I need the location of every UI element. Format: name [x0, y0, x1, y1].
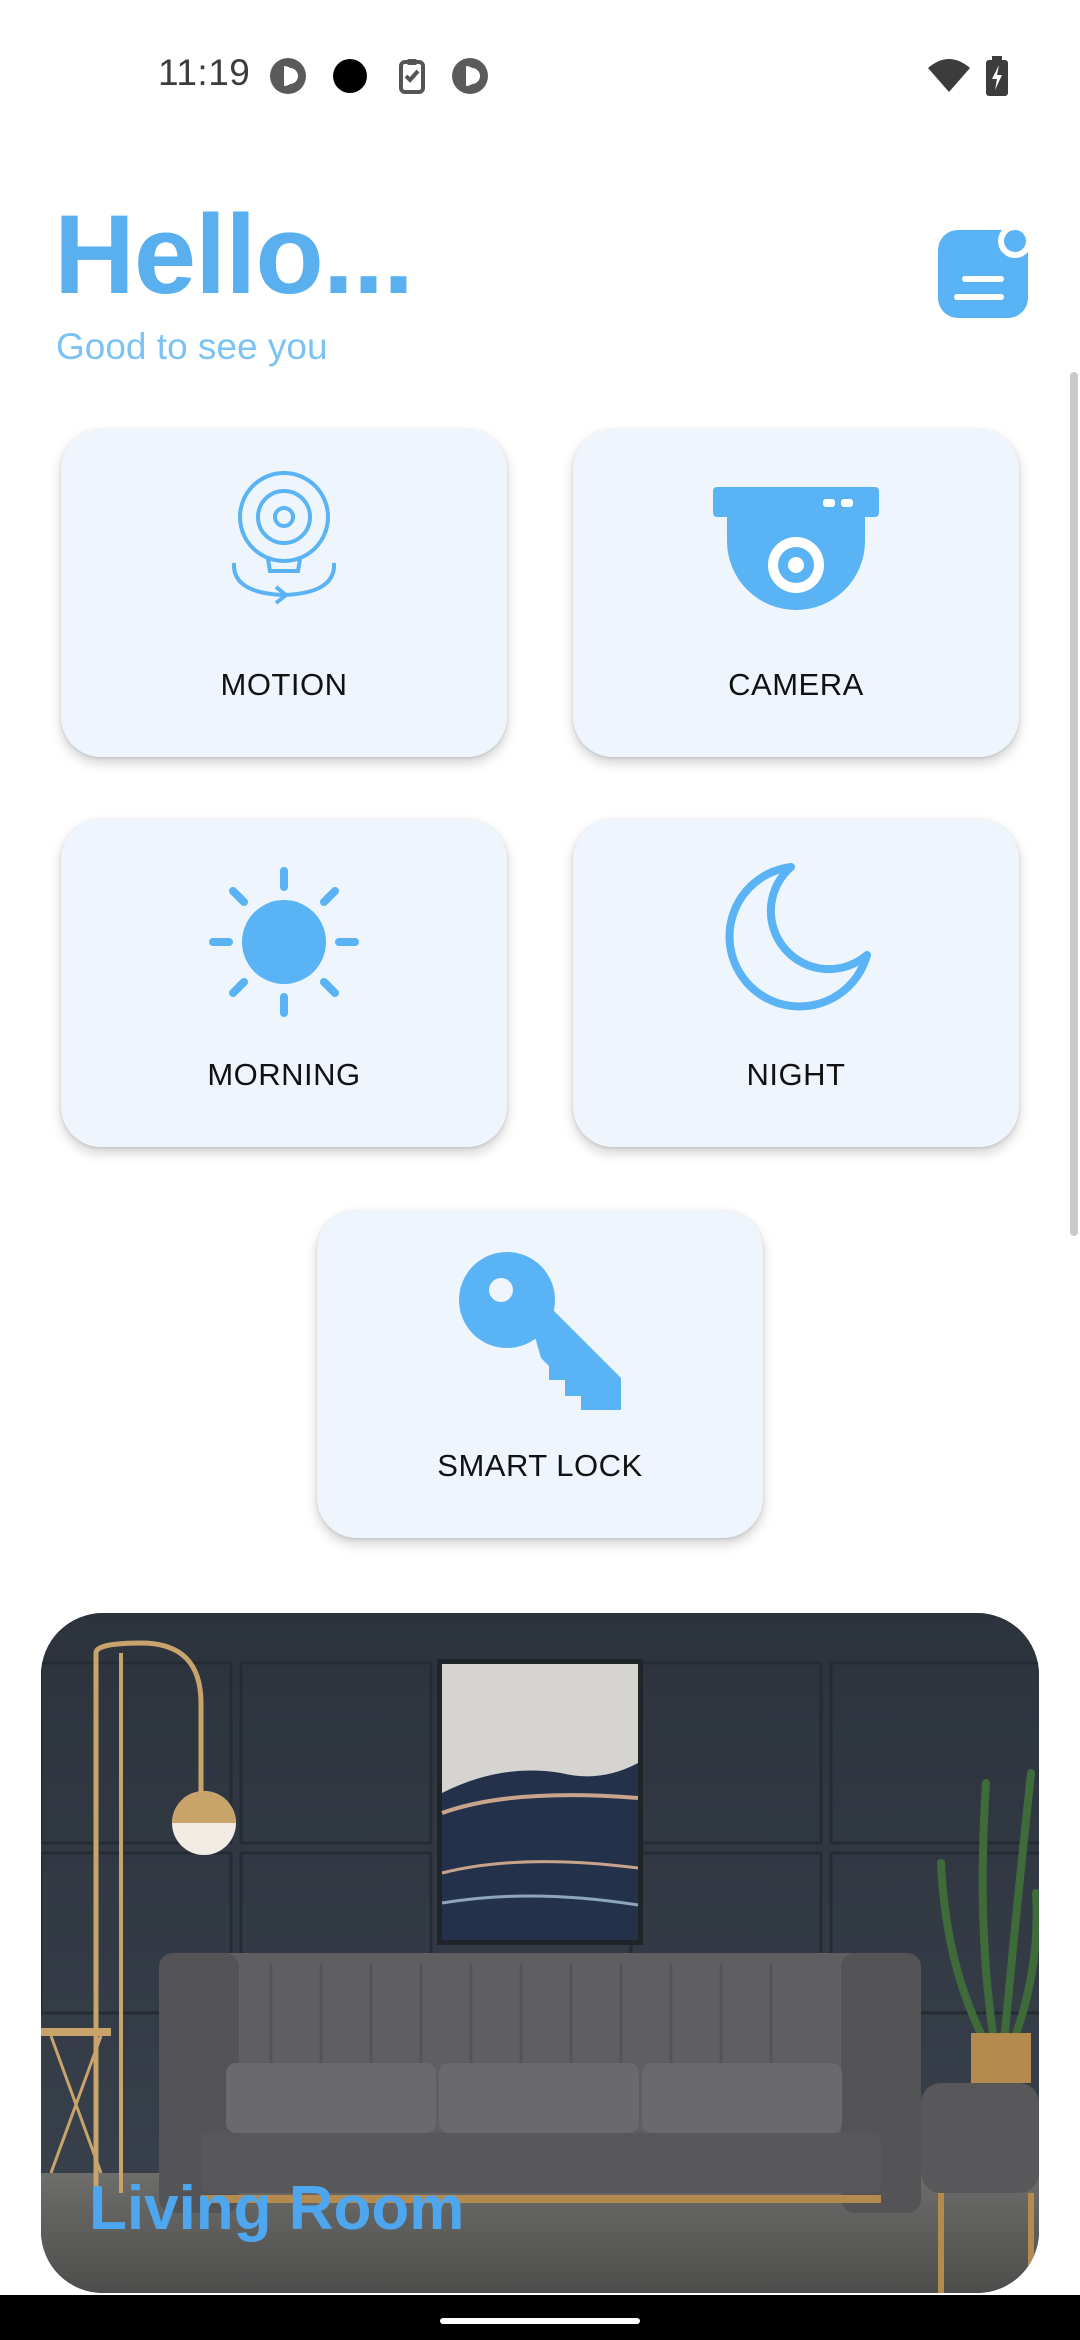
pocket-casts-icon-2 [452, 58, 488, 94]
pocket-casts-icon [270, 58, 306, 94]
home-gesture-handle[interactable] [440, 2318, 640, 2324]
room-title: Living Room [89, 2174, 465, 2243]
morning-label: MORNING [207, 1057, 361, 1092]
camera-tile[interactable]: CAMERA [573, 429, 1019, 757]
night-label: NIGHT [746, 1057, 846, 1092]
clipboard-check-icon [399, 59, 425, 94]
notification-dot [998, 224, 1032, 258]
webcam-icon [231, 471, 337, 605]
moon-icon [725, 863, 871, 1011]
battery-charging-icon [986, 56, 1008, 96]
greeting-subtitle: Good to see you [56, 326, 328, 367]
status-bar: 11:19 [0, 0, 1080, 150]
sun-icon [209, 867, 359, 1017]
dot-icon [333, 59, 367, 93]
night-tile[interactable]: NIGHT [573, 819, 1019, 1147]
motion-tile[interactable]: MOTION [61, 429, 507, 757]
menu-icon [962, 276, 1004, 282]
camera-label: CAMERA [728, 667, 864, 702]
wifi-icon [928, 59, 970, 92]
living-room-card[interactable]: Living Room [41, 1613, 1039, 2293]
status-time: 11:19 [158, 52, 251, 93]
morning-tile[interactable]: MORNING [61, 819, 507, 1147]
scrollbar[interactable] [1070, 372, 1078, 1236]
smart-lock-tile[interactable]: SMART LOCK [317, 1210, 763, 1538]
home-screen: 11:19 Hello... Good to see you MOTION CA… [0, 0, 1080, 2340]
smart-lock-label: SMART LOCK [437, 1448, 643, 1483]
key-icon [459, 1252, 621, 1410]
security-camera-icon [713, 487, 879, 610]
motion-label: MOTION [220, 667, 348, 702]
greeting-title: Hello... [54, 192, 414, 317]
